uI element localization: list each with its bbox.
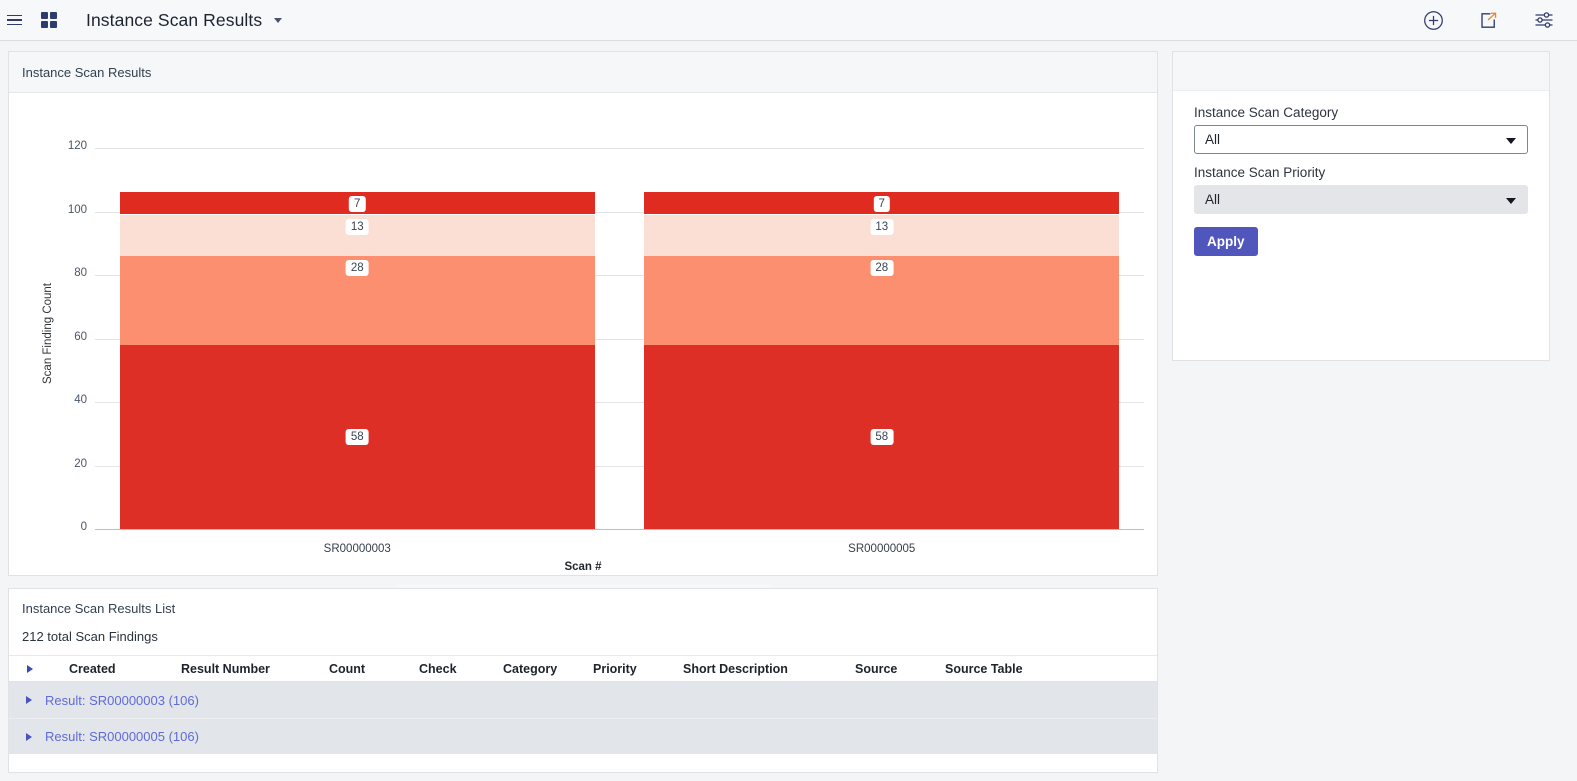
- y-axis-tick-label: 20: [74, 457, 87, 470]
- priority-filter-select[interactable]: All: [1194, 185, 1528, 214]
- column-header[interactable]: Short Description: [683, 662, 855, 676]
- x-axis-tick-label: SR00000003: [323, 543, 391, 555]
- apply-button[interactable]: Apply: [1194, 227, 1258, 256]
- hamburger-icon[interactable]: [3, 9, 25, 31]
- x-axis-tick-label: SR00000005: [848, 543, 916, 555]
- bar-segment-label: 13: [870, 218, 894, 235]
- expand-row-icon[interactable]: [26, 732, 32, 741]
- page-title: Instance Scan Results: [86, 9, 263, 30]
- expand-row-icon[interactable]: [26, 696, 32, 704]
- bar-segment-label: 13: [345, 218, 369, 235]
- column-header[interactable]: Priority: [593, 662, 683, 676]
- bar-segment-label: 7: [349, 196, 366, 213]
- column-header[interactable]: Result Number: [181, 662, 329, 676]
- expand-all-icon[interactable]: [27, 664, 33, 673]
- y-axis-tick-label: 80: [74, 267, 87, 279]
- x-axis-title: Scan #: [564, 561, 602, 573]
- category-filter-select[interactable]: All: [1194, 125, 1528, 154]
- top-bar-actions: [1423, 9, 1555, 31]
- filter-panel-header: [1173, 52, 1549, 91]
- bar-segment-label: 28: [870, 259, 894, 276]
- chevron-down-icon: [1506, 137, 1516, 144]
- chevron-down-icon: [1506, 197, 1516, 204]
- bar-segment-label: 58: [345, 428, 369, 445]
- table-row[interactable]: Result: SR00000005 (106): [9, 718, 1157, 754]
- grid-apps-icon[interactable]: [38, 9, 60, 31]
- table-header-row: Created Result Number Count Check Category Pr…: [9, 655, 1157, 682]
- priority-filter-label: Instance Scan Priority: [1194, 165, 1326, 180]
- bar-segment-label: 7: [873, 196, 890, 213]
- category-filter-label: Instance Scan Category: [1194, 105, 1339, 120]
- export-icon[interactable]: [1478, 10, 1499, 31]
- list-title: Instance Scan Results List: [22, 601, 176, 616]
- y-axis-tick-label: 0: [80, 521, 87, 533]
- y-axis-tick-label: 120: [67, 140, 87, 152]
- bar-segment-label: 58: [870, 428, 894, 445]
- top-bar: Instance Scan Results: [0, 0, 1577, 41]
- chart-card: Instance Scan Results 0 20 40 60 80 100 120 Sca…: [8, 51, 1158, 609]
- y-axis-tick-label: 40: [74, 394, 87, 406]
- y-axis-title: Scan Finding Count: [42, 282, 54, 384]
- group-link[interactable]: Result: SR00000003 (106): [45, 693, 199, 708]
- column-header[interactable]: Source Table: [945, 662, 1060, 676]
- filter-panel: Instance Scan Category All Instance Scan…: [1172, 51, 1550, 361]
- gridline: [95, 148, 1144, 149]
- column-header[interactable]: Created: [69, 662, 181, 676]
- priority-filter-value: All: [1205, 192, 1221, 207]
- column-header[interactable]: Count: [329, 662, 419, 676]
- category-filter-value: All: [1205, 132, 1221, 147]
- sliders-icon[interactable]: [1533, 9, 1555, 31]
- list-count: 212 total Scan Findings: [22, 629, 158, 644]
- stacked-bar-chart: 0 20 40 60 80 100 120 Scan Finding Count 58 28 13 7…: [9, 93, 1157, 609]
- chevron-down-icon[interactable]: [274, 17, 283, 23]
- table-body: Result: SR00000003 (106) Result: SR000000…: [9, 682, 1157, 754]
- table-row[interactable]: Result: SR00000003 (106): [9, 682, 1157, 718]
- plus-circle-icon[interactable]: [1423, 10, 1444, 31]
- column-header[interactable]: Category: [503, 662, 593, 676]
- results-list-card: Instance Scan Results List 212 total Sca…: [8, 588, 1158, 773]
- x-axis-line: [95, 529, 1144, 530]
- y-axis-tick-label: 100: [67, 203, 87, 216]
- group-link[interactable]: Result: SR00000005 (106): [45, 729, 199, 744]
- column-header[interactable]: Check: [419, 662, 503, 676]
- column-header[interactable]: Source: [855, 662, 945, 676]
- chart-card-header: Instance Scan Results: [9, 52, 1157, 93]
- bar-segment-label: 28: [345, 259, 369, 276]
